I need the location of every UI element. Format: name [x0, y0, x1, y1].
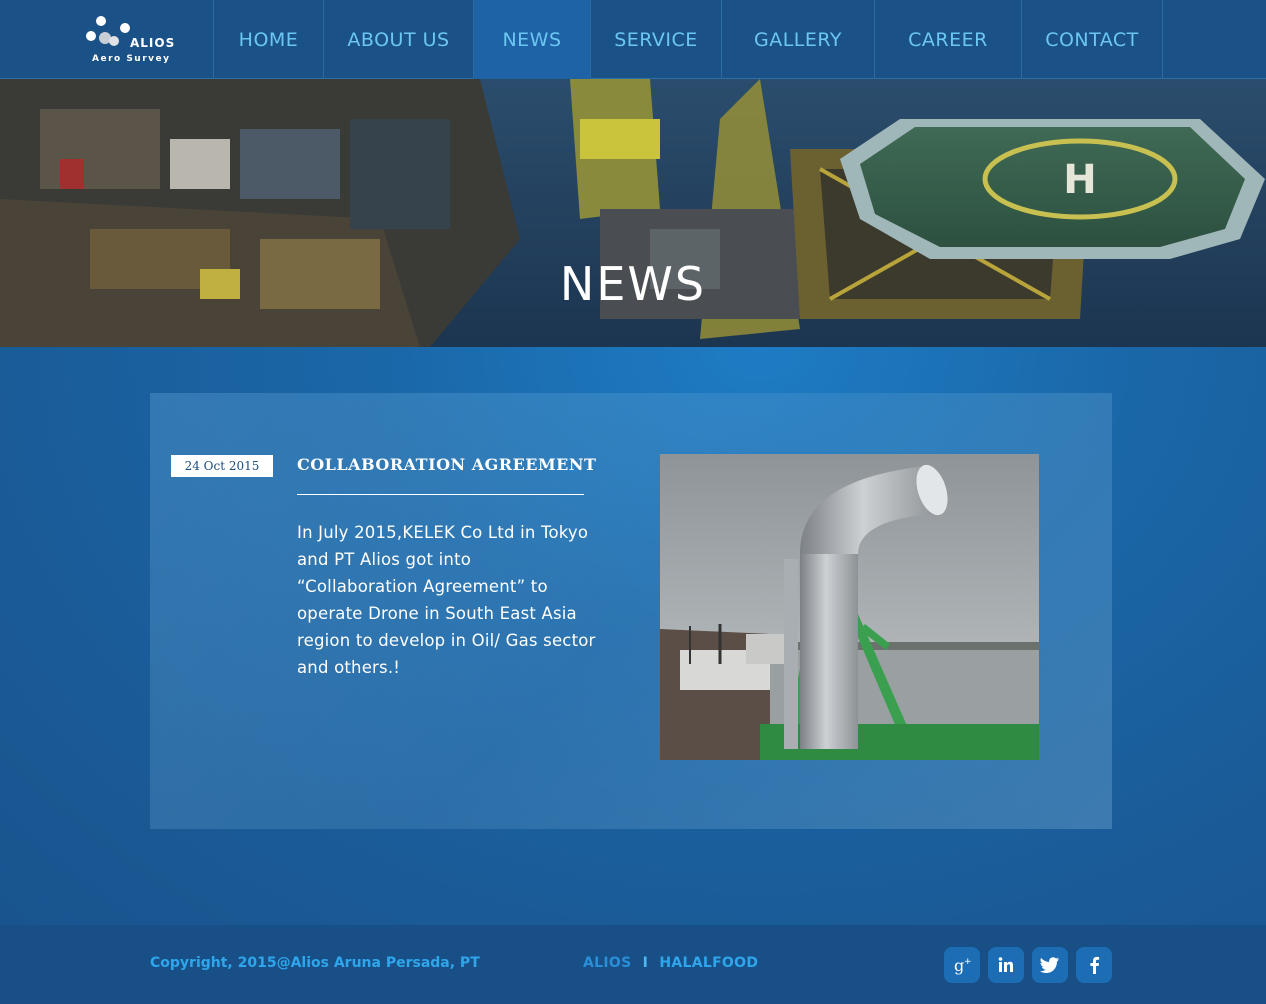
nav-news[interactable]: NEWS	[473, 0, 590, 79]
footer-link-halalfood[interactable]: HALALFOOD	[659, 955, 758, 971]
article-photo[interactable]	[660, 454, 1039, 760]
hero-banner: H NEWS	[0, 79, 1266, 347]
social-links: g +	[944, 947, 1112, 983]
main-menu: HOME ABOUT US NEWS SERVICE GALLERY CAREE…	[213, 0, 1163, 79]
article-body: In July 2015,KELEK Co Ltd in Tokyo and P…	[297, 523, 596, 677]
twitter-icon	[1040, 957, 1059, 973]
logo-dots-icon	[84, 16, 130, 50]
copyright-text: Copyright, 2015@Alios Aruna Persada, PT	[150, 955, 480, 971]
article-date-badge: 24 Oct 2015	[171, 455, 273, 477]
article-title[interactable]: COLLABORATION AGREEMENT	[297, 455, 596, 474]
facebook-button[interactable]	[1076, 947, 1112, 983]
footer-link-alios[interactable]: ALIOS	[583, 955, 631, 971]
nav-service[interactable]: SERVICE	[590, 0, 721, 79]
footer: Copyright, 2015@Alios Aruna Persada, PT …	[0, 925, 1266, 1004]
page-title: NEWS	[559, 257, 707, 311]
main-content: 24 Oct 2015 COLLABORATION AGREEMENT In J…	[0, 347, 1266, 925]
nav-gallery[interactable]: GALLERY	[721, 0, 874, 79]
linkedin-icon	[998, 957, 1013, 972]
top-navigation: ALIOS Aero Survey HOME ABOUT US NEWS SER…	[0, 0, 1266, 79]
svg-text:g: g	[954, 956, 964, 975]
logo-name: ALIOS	[130, 36, 176, 50]
svg-text:+: +	[964, 957, 972, 967]
title-divider	[297, 494, 584, 495]
exhaust-stack-photo	[660, 454, 1039, 760]
linkedin-button[interactable]	[988, 947, 1024, 983]
google-plus-button[interactable]: g +	[944, 947, 980, 983]
twitter-button[interactable]	[1032, 947, 1068, 983]
nav-career[interactable]: CAREER	[874, 0, 1021, 79]
footer-links: ALIOS I HALALFOOD	[583, 955, 758, 971]
facebook-icon	[1090, 956, 1100, 974]
google-plus-icon: g +	[954, 956, 972, 975]
nav-contact[interactable]: CONTACT	[1021, 0, 1163, 79]
alios-logo[interactable]: ALIOS Aero Survey	[84, 16, 184, 68]
nav-about-us[interactable]: ABOUT US	[323, 0, 473, 79]
svg-text:H: H	[1063, 157, 1096, 203]
footer-link-separator: I	[642, 955, 649, 971]
news-article-card: 24 Oct 2015 COLLABORATION AGREEMENT In J…	[150, 393, 1112, 829]
logo-tagline: Aero Survey	[92, 54, 171, 64]
nav-home[interactable]: HOME	[213, 0, 323, 79]
